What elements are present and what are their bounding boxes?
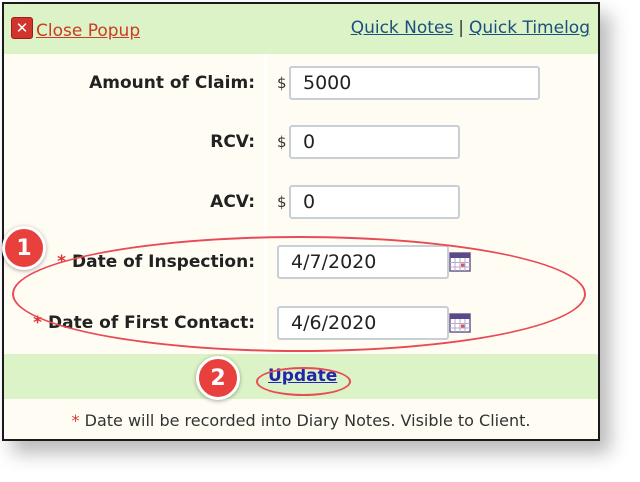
acv-input[interactable]: 0 xyxy=(289,185,460,219)
acv-row: ACV: $ 0 xyxy=(4,172,598,235)
footnote-text: Date will be recorded into Diary Notes. … xyxy=(79,411,531,430)
rcv-input[interactable]: 0 xyxy=(289,125,460,159)
acv-label: ACV: xyxy=(210,192,255,212)
close-popup-link[interactable]: ✕ Close Popup xyxy=(11,15,140,41)
step-2-badge: 2 xyxy=(196,356,240,400)
first-contact-label-text: Date of First Contact: xyxy=(48,313,255,333)
date-of-inspection-input[interactable]: 4/7/2020 xyxy=(277,245,449,279)
amount-label: Amount of Claim: xyxy=(89,73,255,93)
amount-of-claim-input[interactable]: 5000 xyxy=(289,66,540,100)
footnote-required-mark: * xyxy=(71,411,80,430)
rcv-row: RCV: $ 0 xyxy=(4,112,598,175)
inspection-label-text: Date of Inspection: xyxy=(71,252,255,272)
quick-timelog-link[interactable]: Quick Timelog xyxy=(469,18,590,38)
first-contact-label: * Date of First Contact: xyxy=(33,313,255,333)
amount-currency: $ xyxy=(277,74,287,92)
calendar-icon[interactable] xyxy=(449,252,471,272)
quick-notes-link[interactable]: Quick Notes xyxy=(351,18,454,38)
footnote: * Date will be recorded into Diary Notes… xyxy=(4,399,598,439)
popup-header: ✕ Close Popup Quick Notes | Quick Timelog xyxy=(4,4,598,57)
required-marker: * xyxy=(33,313,42,333)
amount-row: Amount of Claim: $ 5000 xyxy=(4,54,598,115)
rcv-label: RCV: xyxy=(210,132,255,152)
close-icon[interactable]: ✕ xyxy=(11,17,33,39)
acv-currency: $ xyxy=(277,193,287,211)
link-separator: | xyxy=(458,18,464,38)
close-popup-label[interactable]: Close Popup xyxy=(36,21,140,41)
quick-links: Quick Notes | Quick Timelog xyxy=(351,18,590,38)
claim-popup: ✕ Close Popup Quick Notes | Quick Timelog … xyxy=(2,2,600,441)
first-contact-row: * Date of First Contact: 4/6/2020 xyxy=(4,292,598,354)
update-row: Update xyxy=(4,354,598,399)
inspection-row: * Date of Inspection: 4/7/2020 xyxy=(4,232,598,295)
calendar-icon[interactable] xyxy=(449,313,471,333)
required-marker: * xyxy=(57,252,66,272)
update-link[interactable]: Update xyxy=(268,366,337,386)
date-of-first-contact-input[interactable]: 4/6/2020 xyxy=(277,306,449,340)
rcv-currency: $ xyxy=(277,133,287,151)
step-1-badge: 1 xyxy=(2,226,46,270)
inspection-label: * Date of Inspection: xyxy=(57,252,255,272)
